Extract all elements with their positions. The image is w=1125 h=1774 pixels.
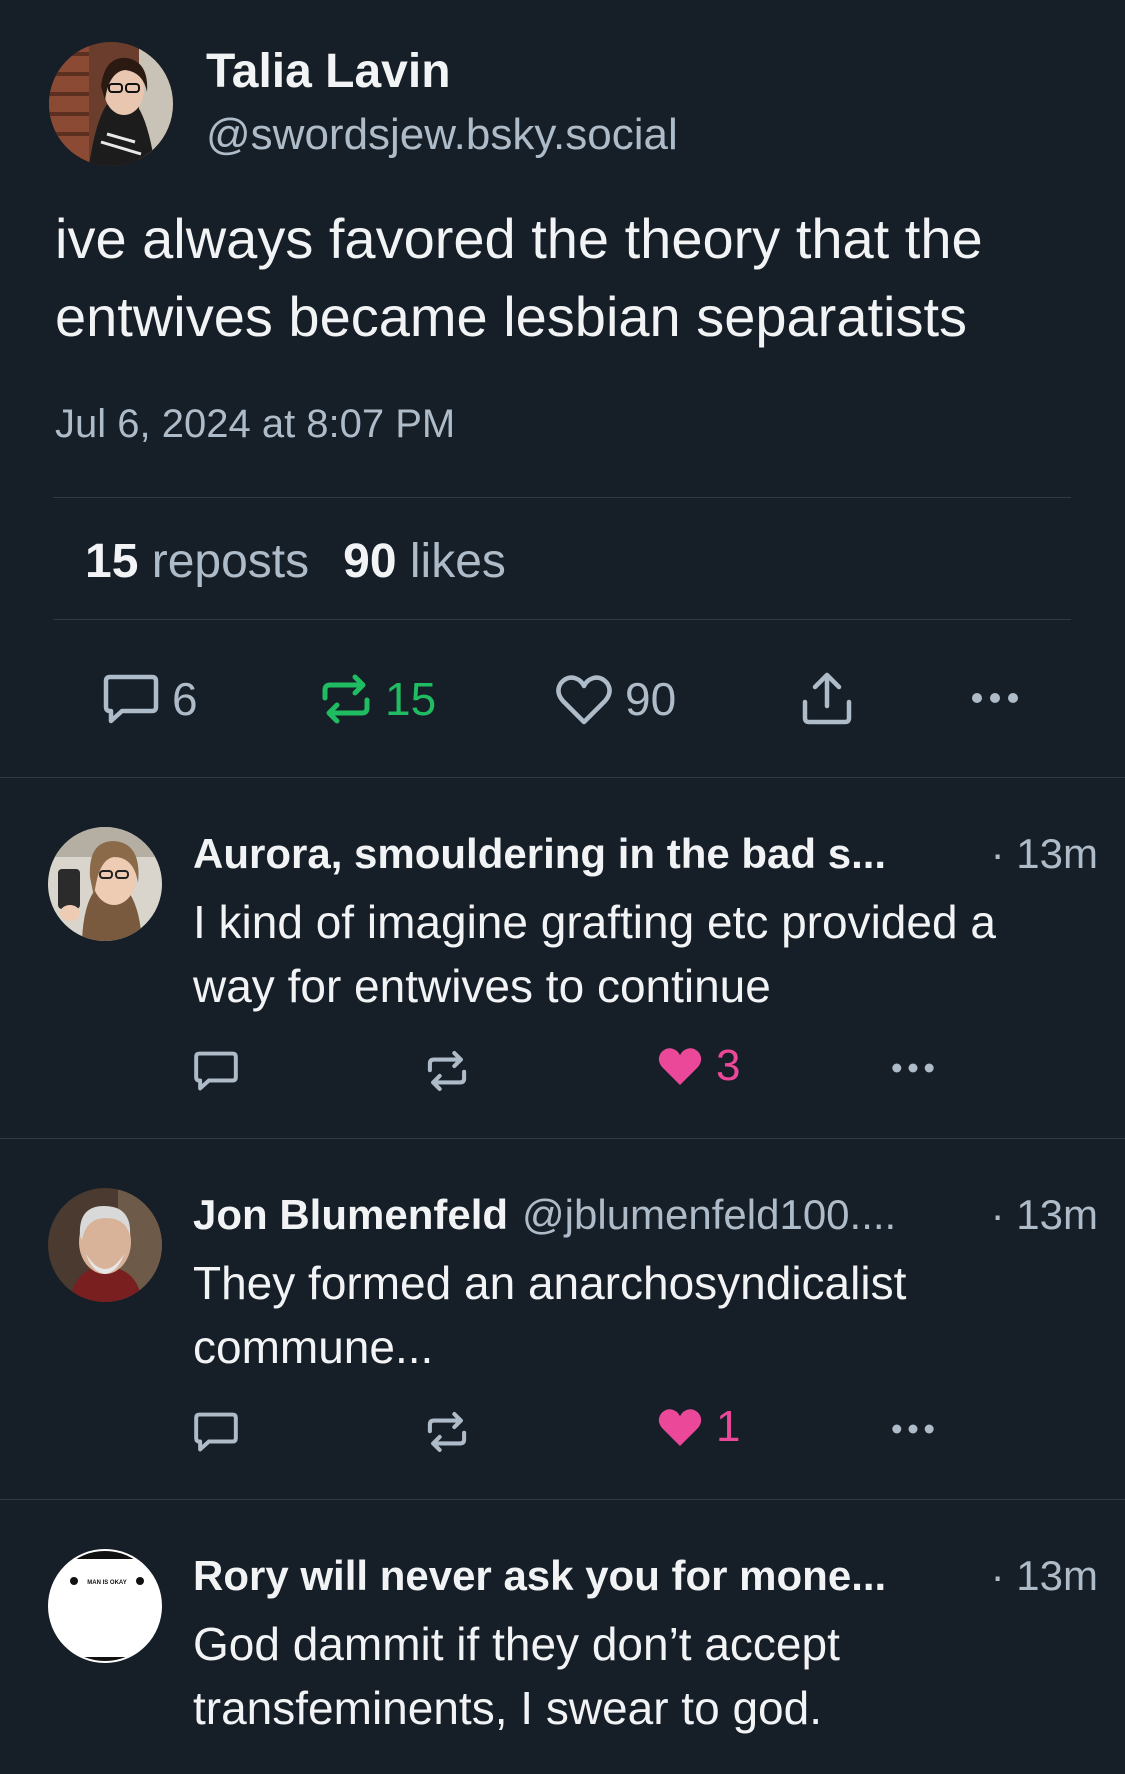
like-stat-label: likes [409, 535, 506, 588]
more-button[interactable] [968, 688, 1022, 708]
reply-text: God dammit if they don’t accept transfem… [193, 1618, 840, 1734]
like-icon [658, 1048, 702, 1086]
author-name[interactable]: Talia Lavin [206, 44, 451, 99]
reply-author-name[interactable]: Jon Blumenfeld [193, 1191, 508, 1239]
like-stat[interactable]: 90 likes [343, 535, 506, 588]
more-button[interactable] [887, 1420, 939, 1438]
author-handle[interactable]: @swordsjew.bsky.social [206, 110, 678, 160]
repost-button[interactable] [425, 1049, 469, 1093]
reply-icon [103, 674, 159, 724]
like-button[interactable]: 1 [656, 1402, 740, 1452]
more-icon [972, 693, 1018, 703]
reply-author-name[interactable]: Aurora, smouldering in the bad s... [193, 830, 886, 878]
repost-button[interactable] [425, 1410, 469, 1454]
reply-text: I kind of imagine grafting etc provided … [193, 896, 996, 1012]
reply-icon [194, 1051, 238, 1091]
reply-count: 6 [172, 673, 198, 725]
repost-count: 15 [385, 673, 437, 725]
like-icon [658, 1409, 702, 1447]
reply-author-handle[interactable]: @jblumenfeld100.... [522, 1191, 896, 1239]
repost-stat-label: reposts [151, 535, 310, 588]
post-text: ive always favored the theory that the e… [55, 207, 983, 348]
reply-like-count: 1 [716, 1402, 741, 1451]
reply-icon [194, 1412, 238, 1452]
reply-avatar[interactable]: MAN IS OKAY [48, 1549, 162, 1663]
more-icon [892, 1063, 934, 1073]
reply-like-count: 3 [716, 1041, 741, 1090]
like-button[interactable]: 3 [656, 1041, 740, 1091]
repost-button[interactable]: 15 [319, 672, 436, 726]
like-stat-count: 90 [343, 535, 397, 588]
repost-stat[interactable]: 15 reposts [85, 535, 309, 588]
share-button[interactable] [800, 670, 854, 726]
reply-author-name[interactable]: Rory will never ask you for mone... [193, 1552, 886, 1600]
share-icon [802, 672, 852, 725]
divider [53, 619, 1071, 620]
like-button[interactable]: 90 [555, 672, 676, 726]
reply-header: Aurora, smouldering in the bad s... · 13… [193, 830, 1098, 878]
reply-button[interactable]: 6 [102, 672, 198, 726]
post-stats: 15 reposts 90 likes [85, 534, 506, 589]
more-icon [892, 1424, 934, 1434]
reply-avatar[interactable] [48, 827, 162, 941]
reply-text: They formed an anarchosyndicalist commun… [193, 1257, 907, 1373]
like-icon [556, 675, 612, 725]
reply-item[interactable]: Aurora, smouldering in the bad s... · 13… [0, 778, 1125, 1138]
author-avatar[interactable] [49, 42, 173, 166]
repost-icon [427, 1412, 467, 1452]
repost-icon [322, 674, 370, 724]
reply-header: Jon Blumenfeld @jblumenfeld100.... · 13m [193, 1191, 1098, 1239]
reply-avatar[interactable] [48, 1188, 162, 1302]
like-count: 90 [625, 673, 677, 725]
reply-button[interactable] [193, 1410, 239, 1454]
post-timestamp: Jul 6, 2024 at 8:07 PM [55, 402, 456, 446]
avatar-logo-text: MAN IS OKAY [87, 1580, 126, 1586]
reply-time: · 13m [990, 1552, 1098, 1599]
repost-stat-count: 15 [85, 535, 139, 588]
reply-button[interactable] [193, 1049, 239, 1093]
divider [53, 497, 1071, 498]
reply-time: · 13m [990, 1191, 1098, 1238]
reply-time: · 13m [990, 830, 1098, 877]
reply-header: Rory will never ask you for mone... · 13… [193, 1552, 1098, 1600]
repost-icon [427, 1051, 467, 1091]
reply-item[interactable]: MAN IS OKAY Rory will never ask you for … [0, 1500, 1125, 1774]
reply-item[interactable]: Jon Blumenfeld @jblumenfeld100.... · 13m… [0, 1139, 1125, 1499]
more-button[interactable] [887, 1059, 939, 1077]
